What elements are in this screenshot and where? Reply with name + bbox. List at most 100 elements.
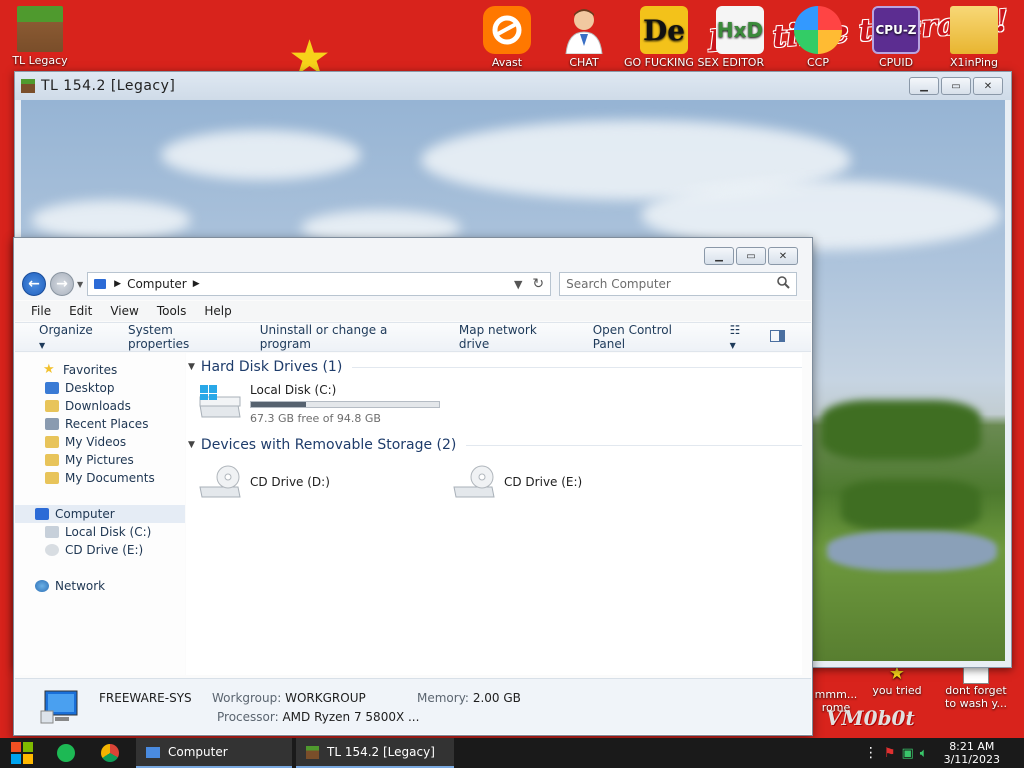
group-hard-disk-drives[interactable]: ▼ Hard Disk Drives (1) <box>188 357 802 377</box>
nav-network[interactable]: Network <box>15 577 185 595</box>
search-icon[interactable] <box>777 276 790 292</box>
refresh-icon[interactable]: ↻ <box>532 276 544 292</box>
navigation-pane: ★ Favorites Desktop Downloads Recent Pla… <box>15 353 185 675</box>
network-status-icon[interactable]: ▣ <box>901 746 913 761</box>
videos-folder-icon <box>45 436 59 448</box>
nav-desktop[interactable]: Desktop <box>15 379 185 397</box>
desktop-icon-sex-editor[interactable]: De GO FUCKING SEX EDITOR <box>624 6 764 69</box>
drive-c-name: Local Disk (C:) <box>250 383 337 397</box>
group-removable-storage[interactable]: ▼ Devices with Removable Storage (2) <box>188 435 802 455</box>
view-details-icon: ☷ <box>729 323 741 337</box>
taskbar: Computer TL 154.2 [Legacy] ⋮ ⚑ ▣ 🔈︎ 8:21… <box>0 738 1024 768</box>
map-network-drive-button[interactable]: Map network drive <box>459 323 563 351</box>
drive-cd-d[interactable]: CD Drive (D:) <box>198 463 330 503</box>
nav-computer[interactable]: Computer <box>15 505 185 523</box>
search-input[interactable]: Search Computer <box>559 272 798 296</box>
uninstall-program-button[interactable]: Uninstall or change a program <box>260 323 429 351</box>
menu-view[interactable]: View <box>110 304 138 318</box>
chat-app-icon <box>57 744 75 762</box>
maximize-button[interactable]: ▭ <box>941 77 971 95</box>
desktop-icon-ccp[interactable]: CCP <box>780 6 856 69</box>
avast-icon <box>483 6 531 54</box>
taskbar-task-tl-legacy[interactable]: TL 154.2 [Legacy] <box>296 738 454 768</box>
nav-my-documents[interactable]: My Documents <box>15 469 185 487</box>
grass-block-icon <box>306 745 319 759</box>
nav-favorites[interactable]: ★ Favorites <box>15 361 185 379</box>
desktop-icon-cpuid[interactable]: CPU-Z CPUID <box>858 6 934 69</box>
cd-drive-icon <box>198 463 242 503</box>
minimize-button[interactable]: ▁ <box>704 247 734 265</box>
desktop-icon-hxd[interactable]: HxD <box>702 6 778 56</box>
drive-e-name: CD Drive (E:) <box>504 475 583 489</box>
minecraft-titlebar[interactable]: TL 154.2 [Legacy] ▁ ▭ ✕ <box>15 72 1011 100</box>
nav-local-disk-c[interactable]: Local Disk (C:) <box>15 523 185 541</box>
ccp-icon <box>794 6 842 54</box>
taskbar-task-computer[interactable]: Computer <box>136 738 292 768</box>
pictures-folder-icon <box>45 454 59 466</box>
address-dropdown-icon[interactable]: ▼ <box>514 278 522 291</box>
command-bar: Organize ▼ System properties Uninstall o… <box>15 322 811 352</box>
desktop-icon-tl-legacy[interactable]: TL Legacy <box>2 6 78 67</box>
menu-edit[interactable]: Edit <box>69 304 92 318</box>
minimize-button[interactable]: ▁ <box>909 77 939 95</box>
taskbar-chrome[interactable] <box>88 738 132 768</box>
nav-downloads[interactable]: Downloads <box>15 397 185 415</box>
explorer-window[interactable]: ▁ ▭ ✕ ← → ▼ ▶ Computer ▶ ▼ ↻ Search Comp… <box>13 237 813 736</box>
chrome-icon <box>101 744 119 762</box>
drive-local-disk-c[interactable]: Local Disk (C:) 67.3 GB free of 94.8 GB <box>198 383 440 425</box>
menu-tools[interactable]: Tools <box>157 304 187 318</box>
preview-pane-button[interactable] <box>770 329 785 345</box>
forward-button[interactable]: → <box>50 272 74 296</box>
nav-cd-drive-e[interactable]: CD Drive (E:) <box>15 541 185 559</box>
desktop-icon-x1inping[interactable]: X1inPing <box>936 6 1012 69</box>
star-icon: ★ <box>43 362 55 377</box>
watermark-text: VM0b0t <box>826 706 915 730</box>
overflow-dots-icon[interactable]: ⋮ <box>864 745 878 761</box>
breadcrumb-computer[interactable]: Computer <box>127 277 187 291</box>
recent-places-icon <box>45 418 59 430</box>
computer-icon <box>146 746 160 758</box>
close-button[interactable]: ✕ <box>768 247 798 265</box>
volume-icon[interactable]: 🔈︎ <box>920 746 928 761</box>
menu-help[interactable]: Help <box>204 304 231 318</box>
address-bar[interactable]: ▶ Computer ▶ ▼ ↻ <box>87 272 552 296</box>
back-button[interactable]: ← <box>22 272 46 296</box>
windows-hard-drive-icon <box>198 383 242 423</box>
breadcrumb-chevron-icon[interactable]: ▶ <box>193 279 200 289</box>
doctor-icon <box>560 6 608 55</box>
computer-name: FREEWARE-SYS <box>99 691 192 705</box>
preview-pane-icon <box>770 329 785 342</box>
system-properties-button[interactable]: System properties <box>128 323 230 351</box>
menu-bar: File Edit View Tools Help <box>15 301 811 321</box>
recent-pages-chevron-icon[interactable]: ▼ <box>77 280 83 289</box>
menu-file[interactable]: File <box>31 304 51 318</box>
collapse-chevron-icon: ▼ <box>188 362 195 372</box>
arrow-left-icon: ← <box>28 276 40 292</box>
organize-button[interactable]: Organize ▼ <box>39 323 98 351</box>
close-button[interactable]: ✕ <box>973 77 1003 95</box>
open-control-panel-button[interactable]: Open Control Panel <box>593 323 700 351</box>
system-tray: ⋮ ⚑ ▣ 🔈︎ 8:21 AM 3/11/2023 <box>864 740 1024 766</box>
chevron-down-icon: ▼ <box>729 341 736 350</box>
desktop-icon-chat[interactable]: CHAT <box>546 6 622 69</box>
change-view-button[interactable]: ☷ ▼ <box>730 323 746 351</box>
nav-my-videos[interactable]: My Videos <box>15 433 185 451</box>
clock[interactable]: 8:21 AM 3/11/2023 <box>944 740 1000 766</box>
computer-monitor-icon <box>39 689 81 725</box>
flag-icon[interactable]: ⚑ <box>884 746 896 761</box>
drive-cd-e[interactable]: CD Drive (E:) <box>452 463 582 503</box>
grass-block-icon <box>21 79 35 93</box>
nav-my-pictures[interactable]: My Pictures <box>15 451 185 469</box>
processor-info: Processor: AMD Ryzen 7 5800X ... <box>217 710 420 724</box>
computer-icon <box>35 508 49 520</box>
taskbar-app-green[interactable] <box>44 738 88 768</box>
minecraft-window-title: TL 154.2 [Legacy] <box>41 78 176 94</box>
maximize-button[interactable]: ▭ <box>736 247 766 265</box>
desktop-icon-avast[interactable]: Avast <box>469 6 545 69</box>
start-button[interactable] <box>0 738 44 768</box>
desktop-icon-you-tried[interactable]: ★ you tried <box>866 664 928 698</box>
workgroup-info: Workgroup: WORKGROUP <box>212 691 366 705</box>
desktop-icon-wash[interactable]: dont forget to wash y... <box>938 664 1014 710</box>
nav-recent-places[interactable]: Recent Places <box>15 415 185 433</box>
computer-icon <box>94 279 107 289</box>
